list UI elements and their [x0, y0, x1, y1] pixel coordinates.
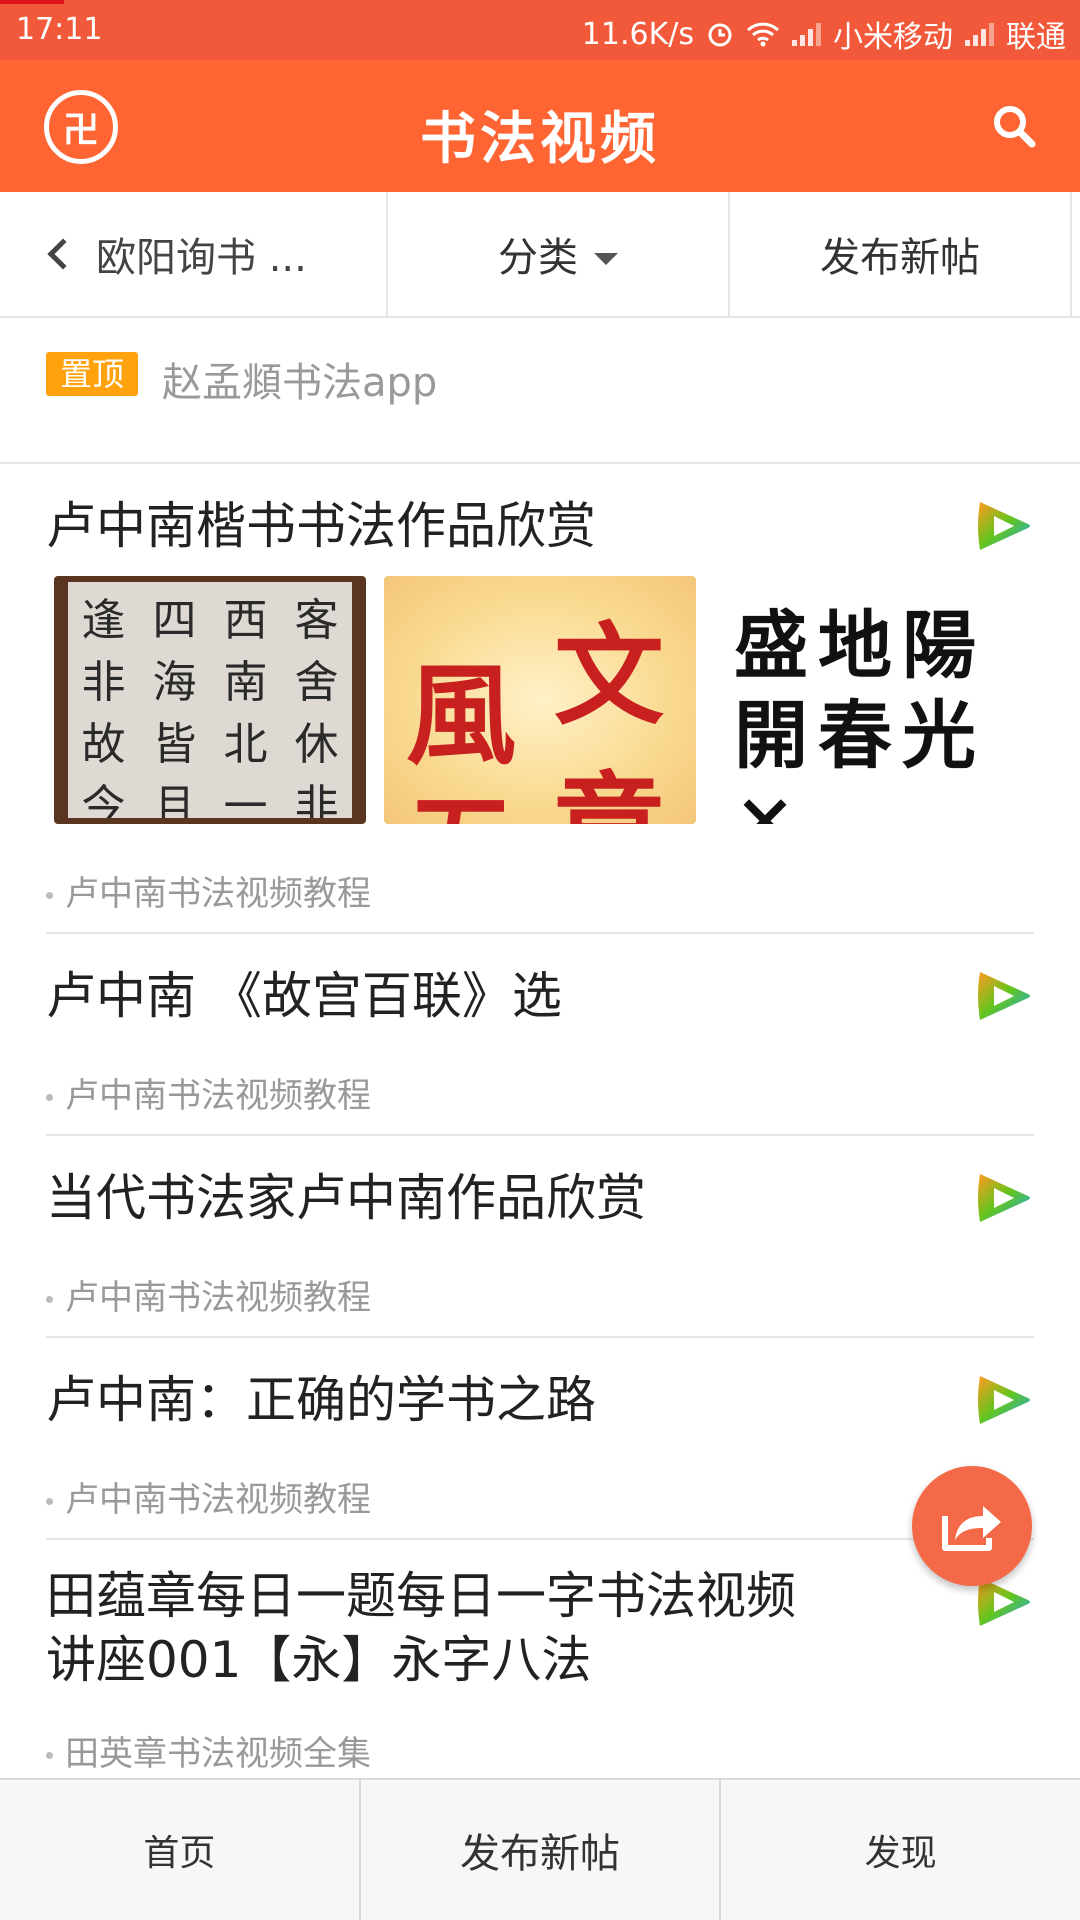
category-label: 分类 — [498, 235, 578, 281]
toolbar: 欧阳询书 ... 分类 发布新帖 — [0, 192, 1080, 318]
video-play-icon — [978, 1376, 1030, 1424]
status-right: 11.6K/s 小米移动 联通 — [582, 12, 1066, 56]
post-title: 当代书法家卢中南作品欣赏 — [46, 1169, 646, 1227]
pinned-item[interactable]: 置顶 赵孟頫书法app — [0, 318, 1080, 464]
video-play-icon — [978, 972, 1030, 1020]
new-post-button[interactable]: 发布新帖 — [730, 192, 1072, 316]
post-meta: 卢中南书法视频教程 — [46, 1472, 371, 1521]
caret-down-icon — [594, 253, 618, 265]
glyph: 皆 — [152, 719, 197, 770]
thumbnail-image[interactable]: 風 文 五 章 — [384, 576, 696, 824]
post-meta: 卢中南书法视频教程 — [46, 1270, 371, 1319]
pinned-badge: 置顶 — [46, 352, 139, 396]
glyph: 休 — [294, 719, 339, 770]
glyph: 文 — [554, 611, 664, 740]
glyph-line: 開春光 — [734, 693, 986, 779]
post-title: 卢中南：正确的学书之路 — [46, 1371, 596, 1429]
post-source: 卢中南书法视频教程 — [65, 1278, 371, 1318]
nav-new-post[interactable]: 发布新帖 — [361, 1780, 722, 1920]
progress-indicator — [0, 0, 64, 4]
glyph: 西 — [223, 595, 268, 646]
thumbnail-row: 逢 四 西 客 非 海 南 舍 故 皆 北 休 今 且 一 非 風 文 盛地陽 … — [54, 576, 1026, 824]
post-title-line: 田蕴章每日一题每日一字书法视频 — [46, 1567, 796, 1625]
status-bar: 17:11 11.6K/s 小米移动 联通 — [0, 0, 1080, 60]
post-title: 卢中南楷书书法作品欣赏 — [46, 497, 596, 555]
post-meta: 卢中南书法视频教程 — [46, 866, 371, 915]
signal-icon-2 — [965, 22, 994, 46]
share-fab-button[interactable] — [912, 1466, 1032, 1586]
post-title: 田蕴章每日一题每日一字书法视频 讲座001【永】永字八法 — [46, 1564, 916, 1692]
post-list: 卢中南楷书书法作品欣赏 逢 四 西 客 非 海 南 舍 故 皆 北 休 今 且 … — [0, 464, 1080, 1780]
category-dropdown[interactable]: 分类 — [388, 192, 730, 316]
calligraphy-scroll: 逢 四 西 客 非 海 南 舍 故 皆 北 休 今 且 一 非 — [68, 582, 352, 818]
glyph: 非 — [294, 781, 339, 818]
carrier-1: 小米移动 — [833, 20, 953, 55]
bullet-dot — [46, 1094, 53, 1101]
video-play-icon — [978, 1174, 1030, 1222]
new-post-label: 发布新帖 — [820, 235, 980, 281]
bullet-dot — [46, 1296, 53, 1303]
carrier-2: 联通 — [1006, 20, 1066, 55]
net-speed: 11.6K/s — [581, 16, 694, 52]
glyph: 客 — [294, 595, 339, 646]
page-title: 书法视频 — [420, 107, 660, 172]
app-header: 卍 书法视频 — [0, 60, 1080, 192]
bullet-dot — [46, 1498, 53, 1505]
post-item[interactable]: 当代书法家卢中南作品欣赏 卢中南书法视频教程 — [46, 1136, 1034, 1338]
glyph: 四 — [152, 595, 197, 646]
post-title: 卢中南 《故宫百联》选 — [46, 967, 562, 1025]
post-item[interactable]: 田蕴章每日一题每日一字书法视频 讲座001【永】永字八法 田英章书法视频全集 — [46, 1540, 1034, 1780]
glyph: 海 — [152, 657, 197, 708]
glyph: 今 — [81, 781, 126, 818]
glyph: 逢 — [81, 595, 126, 646]
nav-home[interactable]: 首页 — [0, 1780, 361, 1920]
glyph-line: × — [734, 776, 807, 824]
glyph: 且 — [152, 781, 197, 818]
nav-discover[interactable]: 发现 — [721, 1780, 1080, 1920]
glyph: 非 — [81, 657, 126, 708]
post-source: 卢中南书法视频教程 — [65, 1480, 371, 1520]
glyph: 南 — [223, 657, 268, 708]
post-item[interactable]: 卢中南：正确的学书之路 卢中南书法视频教程 — [46, 1338, 1034, 1540]
glyph: 五 — [406, 756, 516, 824]
bullet-dot — [46, 1752, 53, 1759]
back-label: 欧阳询书 ... — [96, 235, 307, 281]
post-title-line: 讲座001【永】永字八法 — [46, 1631, 592, 1689]
alarm-icon — [708, 23, 732, 47]
post-meta: 卢中南书法视频教程 — [46, 1068, 371, 1117]
post-meta: 田英章书法视频全集 — [46, 1726, 371, 1775]
back-button[interactable]: 欧阳询书 ... — [0, 192, 388, 316]
wifi-icon — [746, 22, 780, 47]
pinned-text: 赵孟頫书法app — [162, 360, 438, 406]
thumbnail-image[interactable]: 逢 四 西 客 非 海 南 舍 故 皆 北 休 今 且 一 非 — [54, 576, 366, 824]
thumbnail-image[interactable]: 盛地陽 開春光 × — [714, 576, 1026, 824]
post-source: 田英章书法视频全集 — [65, 1734, 371, 1774]
post-source: 卢中南书法视频教程 — [65, 874, 371, 914]
glyph: 舍 — [294, 657, 339, 708]
glyph: 北 — [223, 719, 268, 770]
post-source: 卢中南书法视频教程 — [65, 1076, 371, 1116]
signal-icon — [792, 22, 821, 46]
glyph: 故 — [81, 719, 126, 770]
bullet-dot — [46, 892, 53, 899]
search-icon[interactable] — [988, 100, 1040, 152]
bottom-nav: 首页 发布新帖 发现 — [0, 1778, 1080, 1920]
video-play-icon — [978, 502, 1030, 550]
post-item[interactable]: 卢中南 《故宫百联》选 卢中南书法视频教程 — [46, 934, 1034, 1136]
post-item[interactable]: 卢中南楷书书法作品欣赏 逢 四 西 客 非 海 南 舍 故 皆 北 休 今 且 … — [46, 464, 1034, 934]
status-time: 17:11 — [16, 12, 103, 47]
glyph: 章 — [554, 736, 664, 824]
chevron-left-icon — [47, 238, 79, 270]
glyph: 一 — [223, 781, 268, 818]
share-icon — [942, 1506, 1001, 1551]
